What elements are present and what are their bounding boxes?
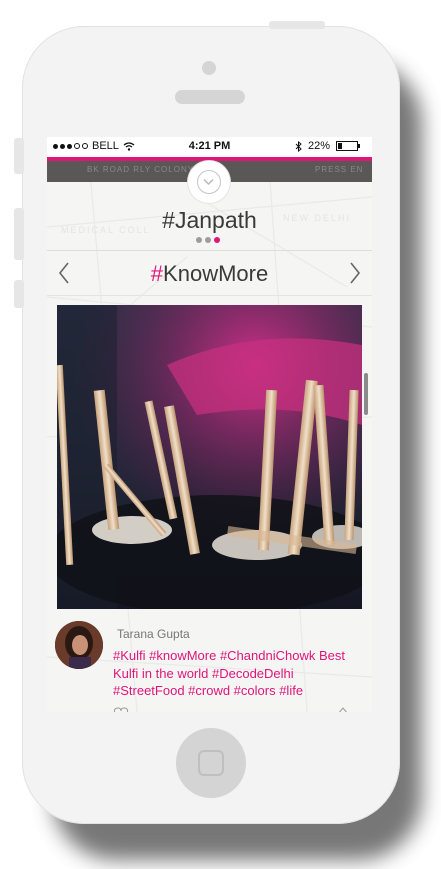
page-dot-active[interactable]: [214, 237, 220, 243]
avatar[interactable]: [55, 621, 103, 669]
post-photo[interactable]: [57, 305, 362, 609]
page-dot[interactable]: [205, 237, 211, 243]
collapse-button[interactable]: [188, 161, 230, 203]
page-indicator[interactable]: [196, 237, 220, 243]
section-nav: #KnowMore: [47, 251, 372, 295]
heart-icon: [113, 707, 129, 712]
home-button[interactable]: [176, 728, 246, 798]
home-square-icon: [198, 750, 224, 776]
post-actions-peek: [113, 707, 347, 712]
location-title: #Janpath: [162, 207, 257, 233]
front-camera: [202, 61, 216, 75]
section-title-text: KnowMore: [163, 261, 269, 286]
chevron-down-icon: [203, 178, 214, 186]
page-dot[interactable]: [196, 237, 202, 243]
volume-up-button: [14, 208, 24, 260]
volume-down-button: [14, 280, 24, 308]
status-bar: BELL 4:21 PM 22%: [47, 137, 372, 157]
app-screen: NEW DELHI MEDICAL COLL BELL 4:21 PM 22%: [47, 137, 372, 712]
chevron-right-icon[interactable]: [342, 259, 366, 287]
post-caption: #Kulfi #knowMore #ChandniChowk Best Kulf…: [113, 648, 345, 698]
bluetooth-icon: [295, 140, 302, 152]
divider: [47, 295, 372, 296]
battery-icon: [336, 141, 360, 151]
map-label-rly-colony: BK ROAD RLY COLONY: [87, 165, 195, 174]
earpiece-speaker: [175, 90, 245, 104]
section-title: #KnowMore: [47, 261, 372, 287]
share-icon: [339, 707, 347, 712]
power-button: [269, 21, 325, 29]
post-author[interactable]: Tarana Gupta: [117, 627, 190, 641]
battery-percent: 22%: [307, 140, 330, 152]
scrollbar-thumb[interactable]: [364, 373, 368, 415]
map-label-press: PRESS EN: [315, 165, 364, 174]
mute-switch: [14, 138, 24, 174]
section-hash: #: [150, 261, 164, 286]
